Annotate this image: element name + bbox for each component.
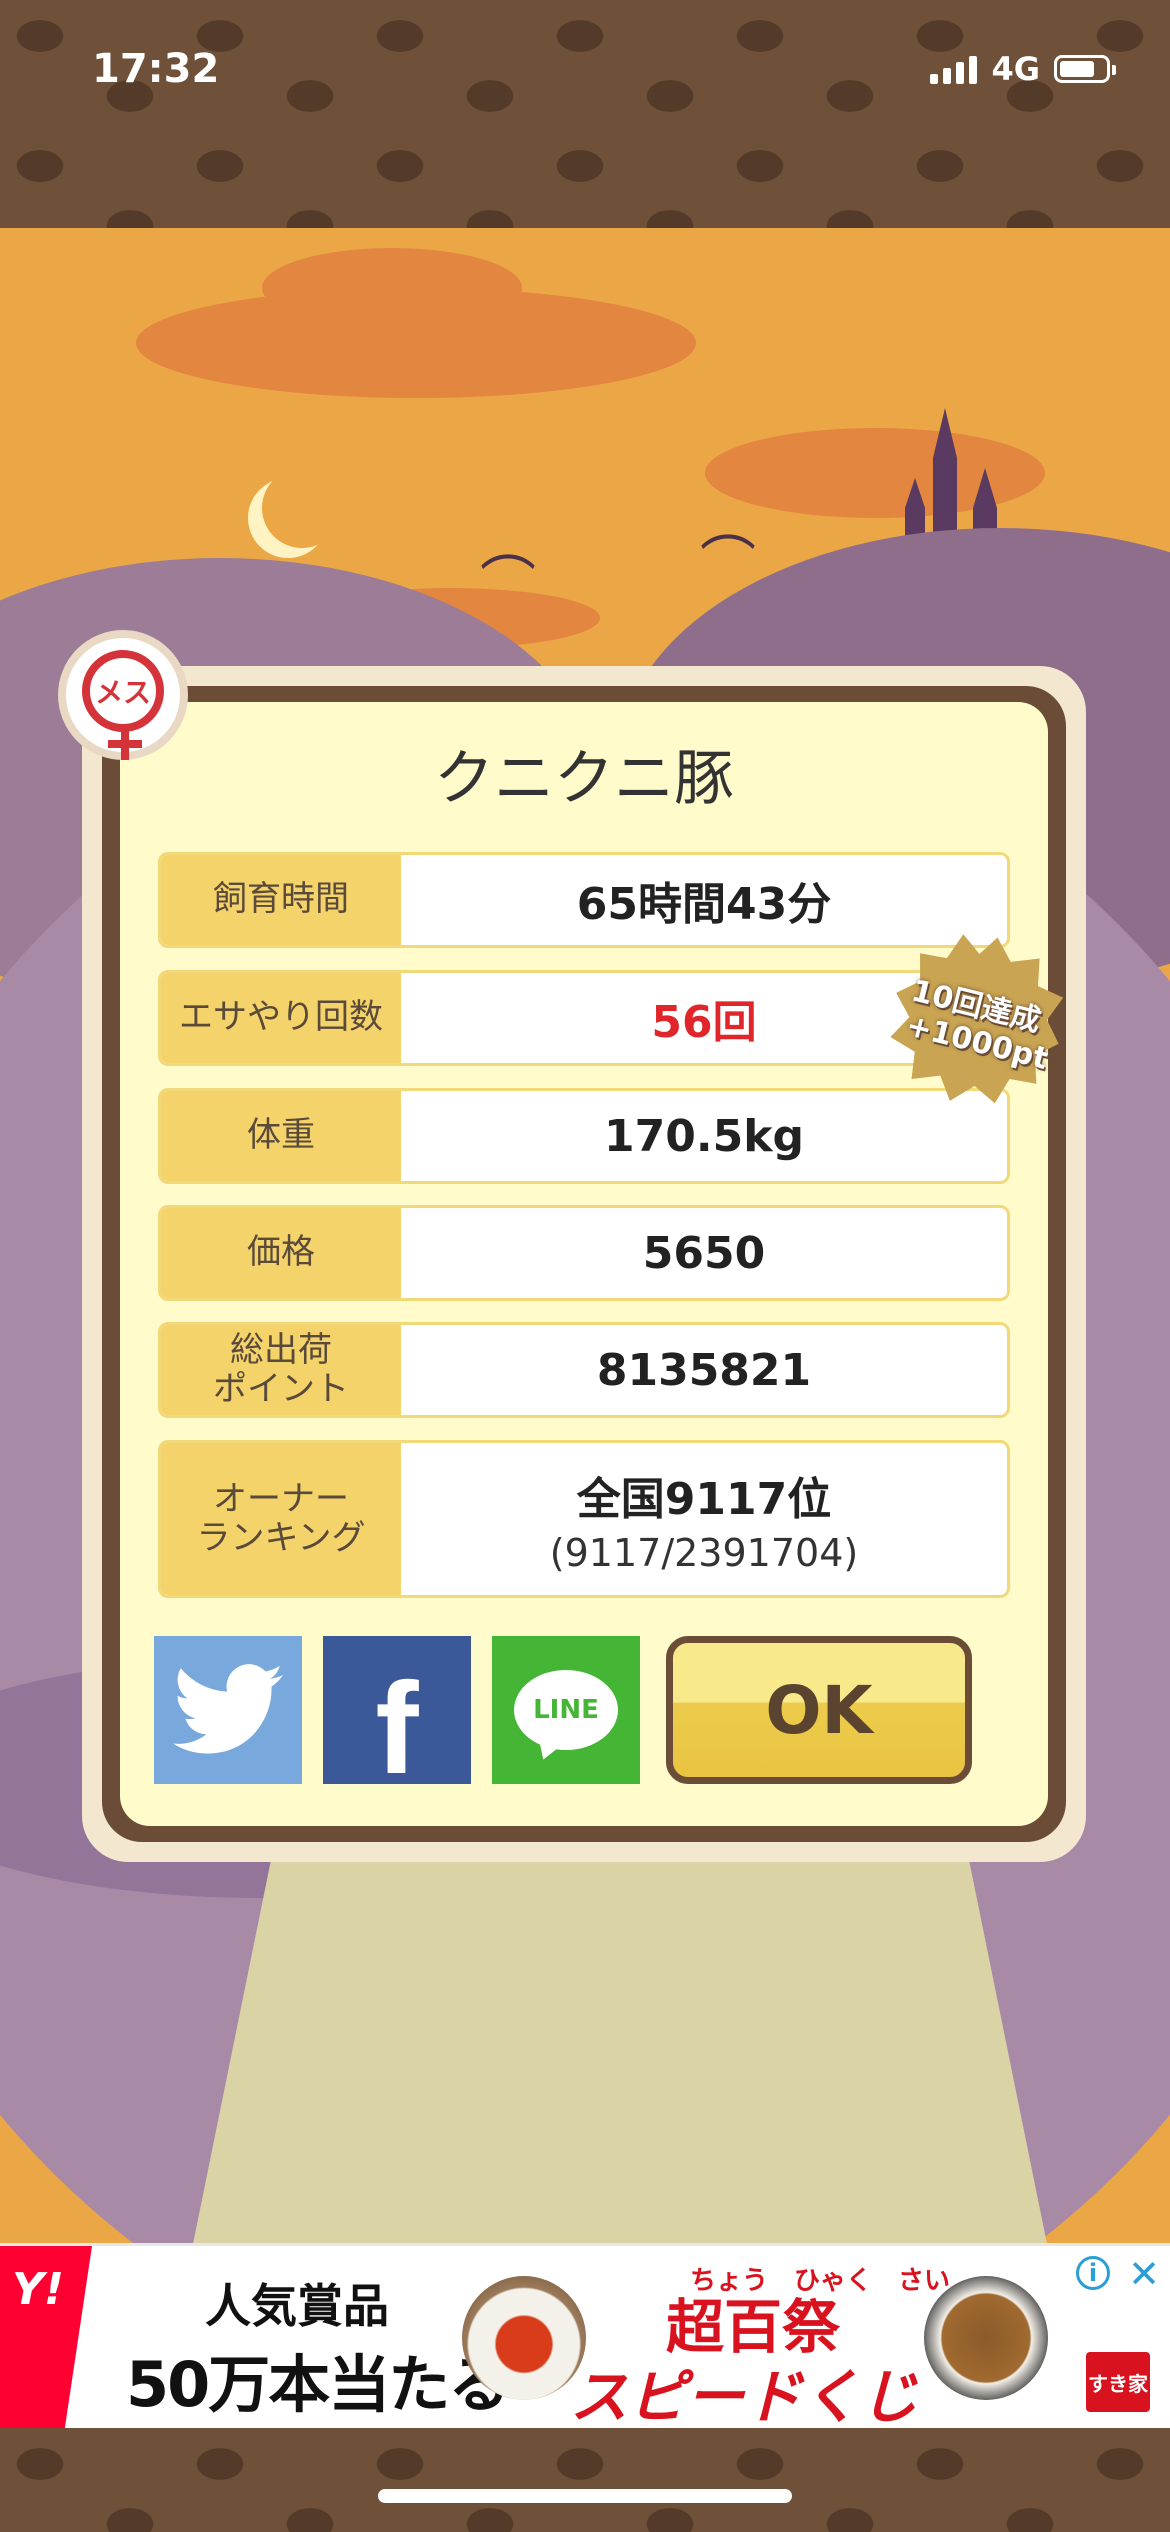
ad-title-sub: スピードくじ — [570, 2363, 919, 2431]
bottom-background — [0, 2428, 1170, 2532]
stat-label: 総出荷 ポイント — [161, 1325, 401, 1415]
stat-label: 体重 — [161, 1091, 401, 1181]
line-icon: LINE — [514, 1670, 618, 1750]
facebook-icon: f — [375, 1655, 419, 1801]
pig-name: クニクニ豚 — [434, 744, 734, 814]
stat-label: オーナー ランキング — [161, 1443, 401, 1595]
ad-close-icon[interactable]: ✕ — [1128, 2252, 1160, 2296]
stat-row-weight: 体重 170.5kg — [158, 1088, 1010, 1184]
network-type: 4G — [991, 50, 1040, 88]
stat-value: 65時間43分 — [576, 879, 832, 930]
ikura-bowl-image — [462, 2276, 586, 2400]
female-icon: メス — [82, 650, 164, 732]
ad-headline: 人気賞品 — [205, 2279, 389, 2333]
cloud — [262, 248, 522, 328]
ranking-value: 全国9117位 (9117/2391704) — [401, 1443, 1007, 1595]
gender-label: メス — [94, 676, 151, 709]
stat-label: エサやり回数 — [161, 973, 401, 1063]
status-time: 17:32 — [92, 46, 220, 92]
ok-button[interactable]: OK — [666, 1636, 972, 1784]
stat-value: 8135821 — [596, 1344, 812, 1396]
ranking-main: 全国9117位 — [576, 1474, 832, 1525]
gyudon-bowl-image — [924, 2276, 1048, 2400]
achievement-badge: 10回達成 +1000pt — [892, 935, 1062, 1105]
battery-icon — [1054, 55, 1116, 83]
signal-icon — [930, 54, 978, 84]
stat-row-price: 価格 5650 — [158, 1205, 1010, 1301]
stat-label: 価格 — [161, 1208, 401, 1298]
line-share-button[interactable]: LINE — [492, 1636, 640, 1784]
status-indicators: 4G — [930, 50, 1116, 88]
moon-icon — [262, 468, 342, 548]
bat-icon: ⌒ — [480, 551, 536, 616]
ad-banner[interactable]: Y! 人気賞品 50万本当たる ちょう ひゃく さい 超百祭 スピードくじ すき… — [0, 2243, 1170, 2431]
stat-label: 飼育時間 — [161, 855, 401, 945]
stat-row-shipping-points: 総出荷 ポイント 8135821 — [158, 1322, 1010, 1418]
line-label: LINE — [533, 1695, 599, 1725]
ad-info-icon[interactable]: i — [1076, 2256, 1110, 2290]
stat-value: 5650 — [642, 1227, 766, 1279]
stat-row-feeding-count: エサやり回数 56回 — [158, 970, 1010, 1066]
twitter-bird-icon — [173, 1664, 283, 1754]
facebook-share-button[interactable]: f — [323, 1636, 471, 1801]
yahoo-logo: Y! — [0, 2246, 92, 2431]
ad-subheadline: 50万本当たる — [126, 2348, 510, 2421]
stat-row-owner-ranking: オーナー ランキング 全国9117位 (9117/2391704) — [158, 1440, 1010, 1598]
ranking-detail: (9117/2391704) — [549, 1531, 859, 1575]
stat-row-raising-time: 飼育時間 65時間43分 — [158, 852, 1010, 948]
twitter-share-button[interactable] — [154, 1636, 302, 1784]
status-bar: 17:32 4G — [0, 0, 1170, 228]
sukiya-logo: すき家 — [1086, 2352, 1150, 2412]
home-indicator[interactable] — [378, 2489, 792, 2503]
